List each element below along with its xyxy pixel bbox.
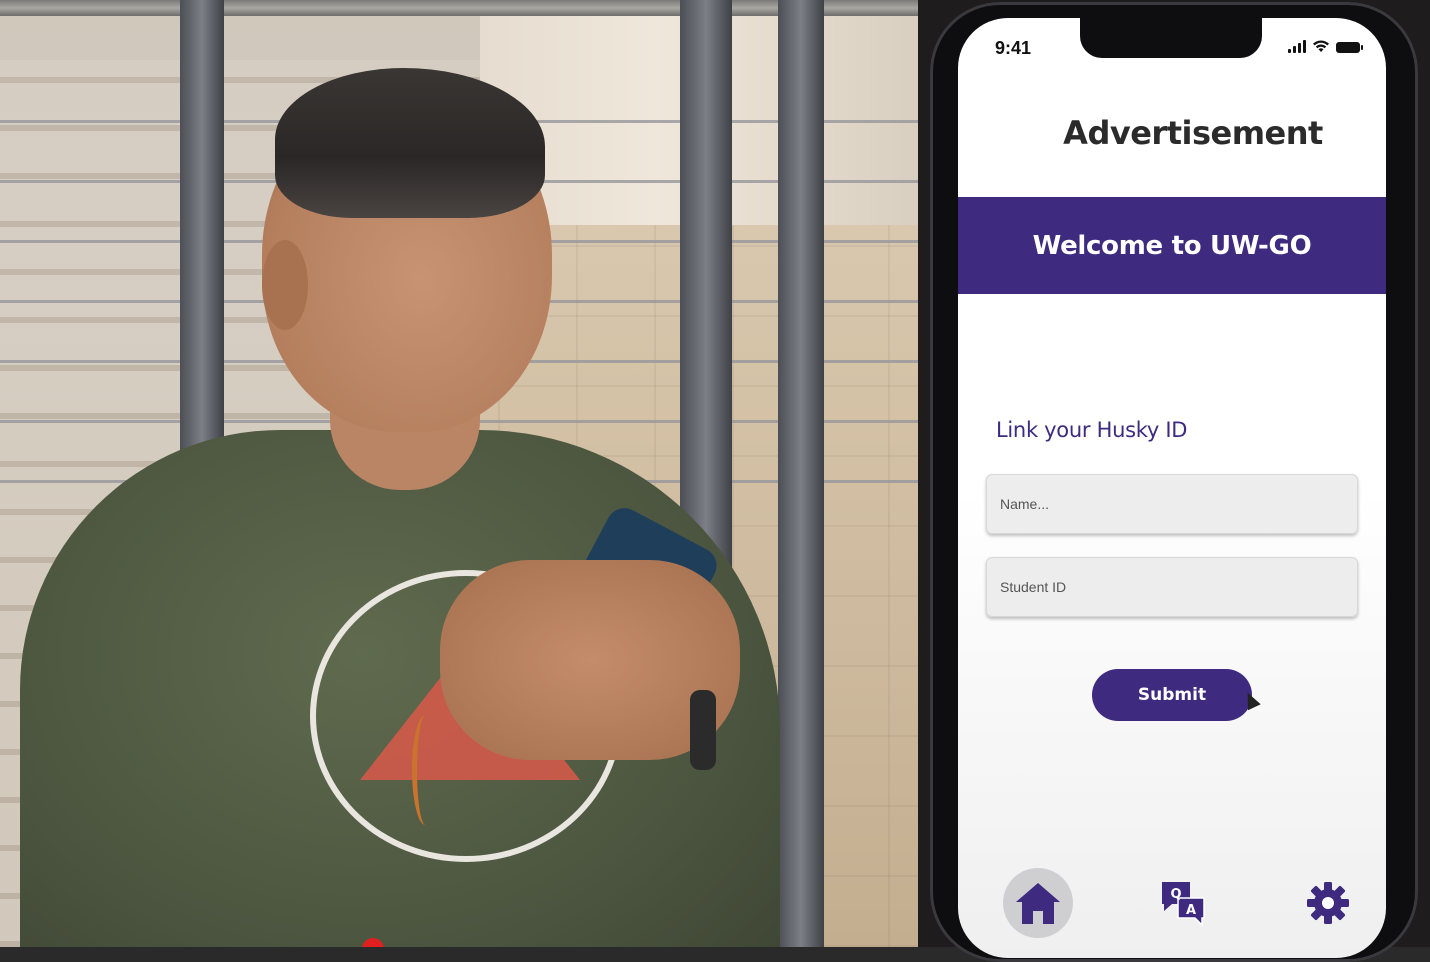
railing-post [778,0,824,947]
bracelet [412,715,439,825]
gear-icon [1307,882,1349,924]
name-input[interactable] [986,474,1358,534]
qa-icon-a: A [1186,903,1196,918]
wristwatch [690,690,716,770]
cellular-signal-icon [1288,40,1306,53]
wifi-icon [1313,40,1329,52]
status-icons [1288,40,1363,53]
student-id-input[interactable] [986,557,1358,617]
nav-settings[interactable] [1293,868,1363,938]
phone-screen: 9:41 Advertisement Welcome to UW-GO Link… [958,18,1386,958]
submit-button[interactable]: Submit [1092,669,1252,721]
welcome-text: Welcome to UW-GO [1032,230,1312,261]
person-ear [262,240,308,330]
qa-icon: Q A [1162,882,1205,927]
nav-qa[interactable]: Q A [1148,868,1218,938]
phone-notch [1080,18,1262,58]
welcome-banner: Welcome to UW-GO [958,197,1386,294]
bottom-nav: Q A [958,858,1386,958]
battery-icon [1336,42,1363,53]
nav-home[interactable] [1003,868,1073,938]
advertisement-title: Advertisement [1063,114,1323,152]
status-time: 9:41 [995,38,1032,58]
home-icon [1016,883,1060,924]
link-husky-id-label: Link your Husky ID [996,418,1188,442]
qa-icon-q: Q [1170,887,1181,902]
photo-scene [0,0,918,947]
